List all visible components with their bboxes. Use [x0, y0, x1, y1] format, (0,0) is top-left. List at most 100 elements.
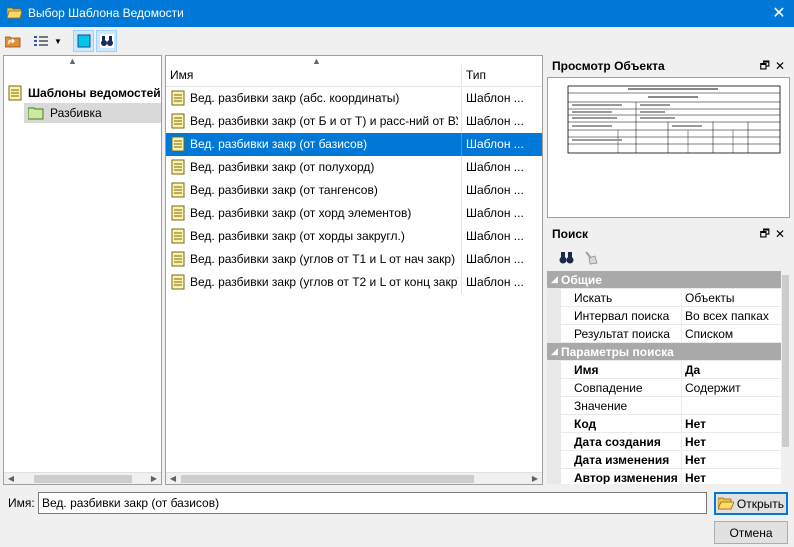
preview-toggle-icon[interactable]: [73, 30, 94, 52]
column-separator: [681, 307, 682, 325]
property-row[interactable]: Значение: [547, 397, 781, 415]
clear-broom-icon[interactable]: [583, 250, 598, 265]
property-value[interactable]: Во всех папках: [685, 309, 769, 323]
column-name[interactable]: Имя: [166, 63, 193, 87]
row-gutter: [547, 379, 561, 397]
list-item[interactable]: Вед. разбивки закр (от Б и от Т) и расс-…: [166, 110, 542, 133]
property-name: Искать: [574, 291, 613, 305]
property-value[interactable]: Нет: [685, 417, 706, 431]
property-value[interactable]: Объекты: [685, 291, 735, 305]
column-separator: [681, 397, 682, 415]
document-icon: [171, 113, 185, 129]
close-icon[interactable]: ✕: [764, 0, 794, 27]
open-folder-icon: [717, 497, 734, 510]
window-title: Выбор Шаблона Ведомости: [28, 6, 184, 20]
property-value[interactable]: Списком: [685, 327, 733, 341]
property-value[interactable]: Да: [685, 363, 700, 377]
tree-scrollbar[interactable]: ◀ ▶: [4, 472, 161, 484]
search-panel-title: Поиск: [552, 227, 589, 241]
list-item-type: Шаблон ...: [466, 252, 524, 266]
property-name: Совпадение: [574, 381, 643, 395]
column-type[interactable]: Тип: [462, 63, 486, 87]
property-value[interactable]: Нет: [685, 453, 706, 467]
property-category[interactable]: ◢ Общие: [547, 271, 781, 289]
column-separator: [681, 361, 682, 379]
search-binoculars-icon[interactable]: [96, 30, 117, 52]
view-list-icon[interactable]: [31, 30, 51, 52]
name-input[interactable]: [38, 492, 707, 514]
property-row[interactable]: Интервал поиска Во всех папках: [547, 307, 781, 325]
row-gutter: [547, 415, 561, 433]
column-separator: [681, 451, 682, 469]
property-row[interactable]: Код Нет: [547, 415, 781, 433]
property-name: Значение: [574, 399, 628, 413]
scroll-thumb[interactable]: [34, 475, 132, 483]
tree-item-templates[interactable]: Шаблоны ведомостей: [8, 83, 161, 103]
binoculars-icon[interactable]: [559, 250, 574, 265]
list-header: Имя Тип: [166, 63, 542, 87]
tree-item-razbivka[interactable]: Разбивка: [24, 103, 161, 123]
restore-icon[interactable]: 🗗: [760, 55, 770, 77]
scroll-right-icon[interactable]: ▶: [528, 473, 542, 485]
property-row[interactable]: Дата изменения Нет: [547, 451, 781, 469]
property-row[interactable]: Автор изменения Нет: [547, 469, 781, 484]
list-scrollbar[interactable]: ◀ ▶: [166, 472, 542, 484]
list-item[interactable]: Вед. разбивки закр (от полухорд) Шаблон .…: [166, 156, 542, 179]
column-separator: [681, 433, 682, 451]
close-icon[interactable]: ✕: [775, 55, 785, 77]
collapse-icon[interactable]: ◢: [551, 346, 558, 357]
property-name: Дата изменения: [574, 453, 670, 467]
list-item-name: Вед. разбивки закр (от полухорд): [190, 160, 375, 174]
scroll-left-icon[interactable]: ◀: [166, 473, 180, 485]
document-icon: [171, 228, 185, 244]
property-value[interactable]: Нет: [685, 435, 706, 449]
property-name: Интервал поиска: [574, 309, 670, 323]
list-item[interactable]: Вед. разбивки закр (абс. координаты) Шабл…: [166, 87, 542, 110]
search-grid-scrollbar[interactable]: [781, 271, 790, 484]
list-item[interactable]: Вед. разбивки закр (от тангенсов) Шаблон …: [166, 179, 542, 202]
list-item-type: Шаблон ...: [466, 114, 524, 128]
property-category[interactable]: ◢ Параметры поиска: [547, 343, 781, 361]
close-icon[interactable]: ✕: [775, 223, 785, 245]
list-item-name: Вед. разбивки закр (абс. координаты): [190, 91, 400, 105]
property-row[interactable]: Имя Да: [547, 361, 781, 379]
property-name: Имя: [574, 363, 599, 377]
title-bar: Выбор Шаблона Ведомости ✕: [0, 0, 794, 27]
document-icon: [171, 159, 185, 175]
cancel-button[interactable]: Отмена: [714, 521, 788, 544]
document-icon: [171, 136, 185, 152]
scroll-thumb[interactable]: [782, 275, 789, 447]
list-item-name: Вед. разбивки закр (от хорд элементов): [190, 206, 412, 220]
scroll-left-icon[interactable]: ◀: [4, 473, 18, 485]
folder-up-icon[interactable]: [3, 30, 23, 52]
dropdown-arrow-icon[interactable]: ▼: [52, 30, 64, 52]
column-separator: [461, 156, 462, 179]
row-gutter: [547, 325, 561, 343]
document-icon: [171, 274, 185, 290]
row-gutter: [547, 289, 561, 307]
list-item[interactable]: Вед. разбивки закр (углов от Т2 и L от к…: [166, 271, 542, 294]
property-row[interactable]: Результат поиска Списком: [547, 325, 781, 343]
list-item-name: Вед. разбивки закр (от хорды закругл.): [190, 229, 405, 243]
property-value[interactable]: Нет: [685, 471, 706, 484]
property-row[interactable]: Совпадение Содержит: [547, 379, 781, 397]
toolbar: ▼: [0, 27, 794, 55]
column-separator: [681, 289, 682, 307]
property-row[interactable]: Искать Объекты: [547, 289, 781, 307]
column-separator: [461, 271, 462, 294]
property-value[interactable]: Содержит: [685, 381, 741, 395]
list-item[interactable]: Вед. разбивки закр (от хорд элементов) Ша…: [166, 202, 542, 225]
preview-panel-header: Просмотр Объекта 🗗 ✕: [547, 55, 790, 77]
open-button[interactable]: Открыть: [714, 492, 788, 515]
scroll-right-icon[interactable]: ▶: [147, 473, 161, 485]
list-item-name: Вед. разбивки закр (углов от Т2 и L от к…: [190, 275, 458, 289]
collapse-icon[interactable]: ◢: [551, 274, 558, 285]
property-row[interactable]: Дата создания Нет: [547, 433, 781, 451]
list-item[interactable]: Вед. разбивки закр (углов от Т1 и L от н…: [166, 248, 542, 271]
list-item[interactable]: Вед. разбивки закр (от хорды закругл.) Ша…: [166, 225, 542, 248]
list-item[interactable]: Вед. разбивки закр (от базисов) Шаблон ..…: [166, 133, 542, 156]
column-separator: [461, 110, 462, 133]
restore-icon[interactable]: 🗗: [760, 223, 770, 245]
list-item-name: Вед. разбивки закр (от тангенсов): [190, 183, 378, 197]
scroll-thumb[interactable]: [181, 475, 474, 483]
